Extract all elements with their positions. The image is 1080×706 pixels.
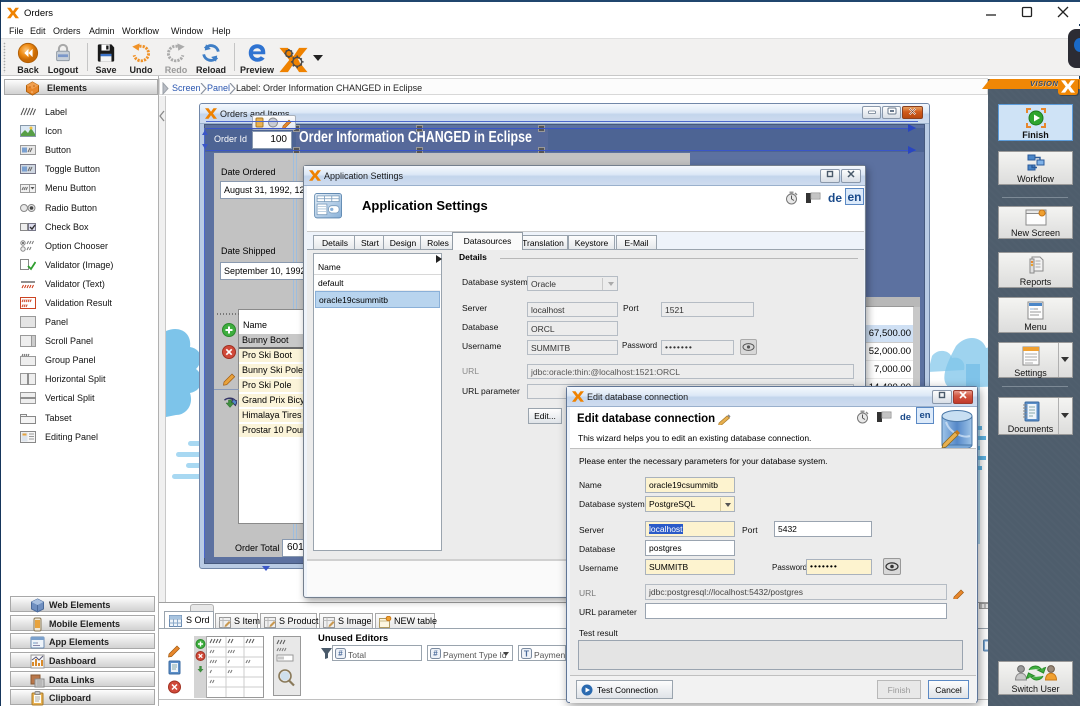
- svg-text:T: T: [524, 649, 530, 659]
- svg-text:#: #: [338, 649, 343, 658]
- svg-text:#: #: [433, 649, 438, 658]
